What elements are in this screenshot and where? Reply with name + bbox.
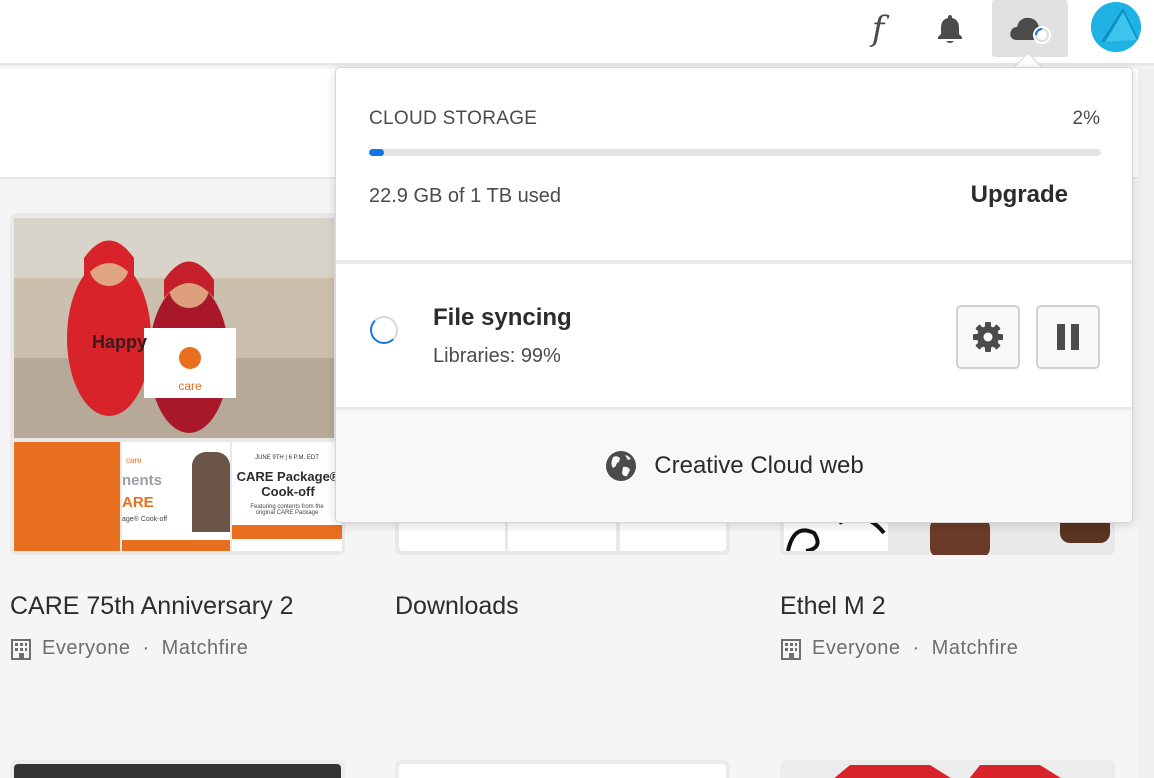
card-title[interactable]: Downloads (395, 592, 519, 621)
library-card[interactable]: care Happy care nents ARE age® Cook-off … (10, 213, 345, 660)
avatar[interactable] (1091, 2, 1141, 52)
storage-progress-bar (369, 149, 1101, 156)
library-thumbnail[interactable] (780, 760, 1115, 778)
org-label: Matchfire (931, 637, 1019, 659)
library-thumbnail[interactable] (10, 760, 345, 778)
building-icon (781, 638, 801, 660)
separator-dot: · (142, 637, 150, 659)
storage-used-text: 22.9 GB of 1 TB used (369, 185, 561, 207)
cloud-sync-button[interactable] (992, 0, 1068, 57)
top-bar: f (0, 0, 1154, 66)
sync-status-title: File syncing (433, 304, 572, 331)
card-meta: Everyone · Matchfire (10, 637, 248, 660)
storage-progress-fill (369, 149, 384, 156)
visibility-label: Everyone (42, 637, 131, 659)
separator-dot: · (912, 637, 920, 659)
storage-label: CLOUD STORAGE (369, 108, 538, 129)
gear-icon (973, 322, 1003, 352)
creative-cloud-web-link[interactable]: Creative Cloud web (336, 410, 1132, 522)
sync-spinner-icon (370, 316, 398, 344)
svg-text:Happy: Happy (92, 332, 147, 352)
upgrade-button[interactable]: Upgrade (971, 181, 1068, 209)
pause-icon (1057, 324, 1079, 350)
sync-settings-button[interactable] (956, 305, 1020, 369)
library-thumbnail[interactable]: care Happy care nents ARE age® Cook-off … (10, 213, 345, 555)
creative-cloud-web-label: Creative Cloud web (654, 452, 864, 479)
storage-percent: 2% (1072, 108, 1100, 129)
divider (336, 260, 1132, 264)
cloud-sync-icon (1010, 17, 1051, 44)
photo-image: care Happy (14, 218, 334, 438)
building-icon (11, 638, 31, 660)
pause-sync-button[interactable] (1036, 305, 1100, 369)
visibility-label: Everyone (812, 637, 901, 659)
globe-icon (606, 451, 637, 481)
library-thumbnail[interactable] (395, 760, 730, 778)
care-logo-text: care (178, 379, 202, 393)
fonts-icon[interactable]: f (855, 0, 901, 57)
card-title[interactable]: Ethel M 2 (780, 592, 886, 621)
org-label: Matchfire (161, 637, 249, 659)
care-event-tile: care nents ARE age® Cook-off (122, 442, 230, 551)
card-meta: Everyone · Matchfire (780, 637, 1018, 660)
bell-icon[interactable] (928, 0, 972, 57)
cloud-sync-popover: CLOUD STORAGE 2% 22.9 GB of 1 TB used Up… (335, 67, 1133, 523)
sync-status-detail: Libraries: 99% (433, 345, 561, 367)
care-promo-tile: JUNE 9TH | 6 P.M. EDT CARE Package® Cook… (232, 442, 342, 551)
scrollbar-track[interactable] (1138, 69, 1154, 778)
card-title[interactable]: CARE 75th Anniversary 2 (10, 592, 293, 621)
orange-tile (14, 442, 120, 551)
